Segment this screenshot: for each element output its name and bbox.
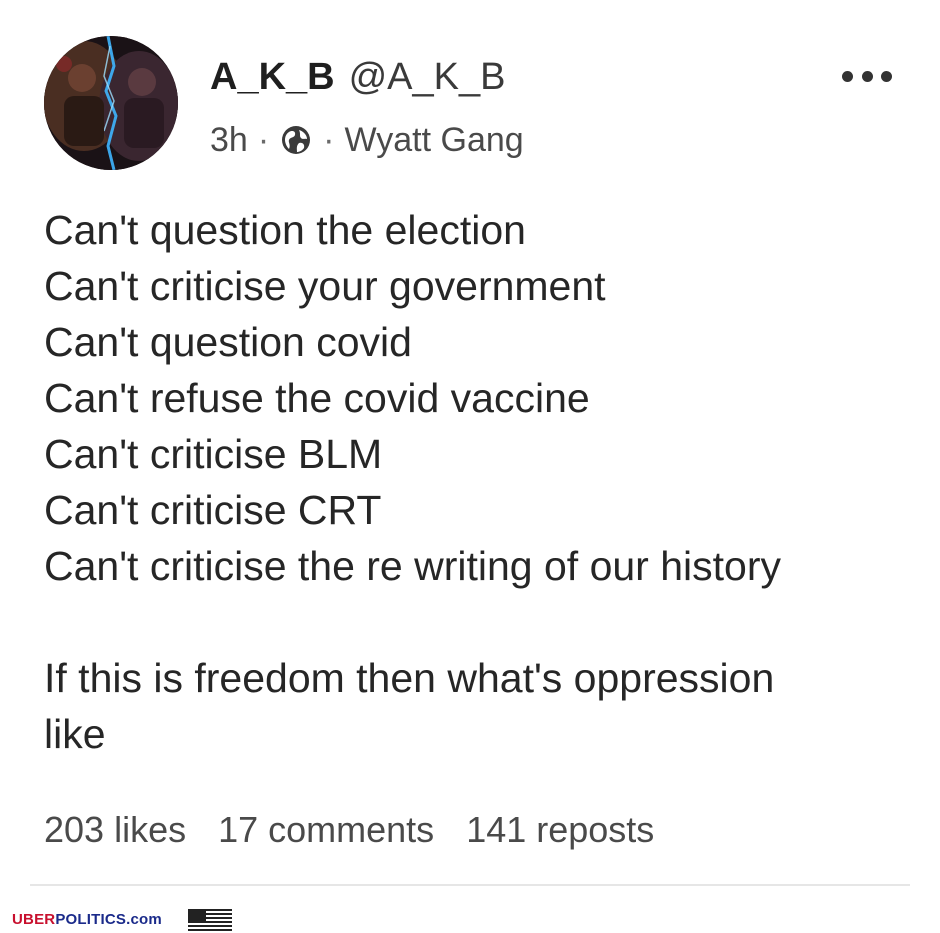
post-line: Can't question covid [44,319,412,365]
post-line: Can't criticise BLM [44,431,383,477]
more-dot [861,70,873,82]
profile-avatar [44,36,178,170]
post-time[interactable]: 3h [210,118,248,162]
post-closing-line: If this is freedom then what's oppressio… [44,655,775,701]
reposts-count[interactable]: 141 reposts [466,808,654,852]
post-line: Can't criticise CRT [44,487,382,533]
divider [30,884,910,886]
watermark-logo: UBERPOLITICS.com [12,911,162,929]
post-meta: 3h · · Wyatt Gang [210,118,524,162]
watermark-bar: UBERPOLITICS.com [0,905,940,933]
post-line: Can't question the election [44,207,526,253]
author-row: A_K_B @A_K_B [210,54,506,100]
post-card: A_K_B @A_K_B 3h · · Wyatt Gang Can't ques… [0,0,940,905]
post-line: Can't criticise your government [44,263,606,309]
author-handle[interactable]: @A_K_B [349,56,506,98]
more-dot [881,70,892,82]
more-horizontal-icon[interactable] [842,64,892,88]
meta-separator-2: · [323,121,335,159]
comments-count[interactable]: 17 comments [218,808,434,852]
globe-icon [282,126,311,154]
post-line: Can't criticise the re writing of our hi… [44,543,781,589]
watermark-part: POLITICS [55,911,127,928]
post-closing-line: like [44,711,106,757]
likes-count[interactable]: 203 likes [44,808,186,852]
meta-separator: · [257,121,270,159]
more-dot [842,70,853,82]
community-name[interactable]: Wyatt Gang [344,118,523,162]
author-name[interactable]: A_K_B [210,56,335,98]
avatar[interactable] [44,36,178,170]
us-flag-icon [188,909,232,933]
post-stats: 203 likes 17 comments 141 reposts [44,808,654,852]
watermark-part: .com [126,911,162,928]
watermark-part: UBER [12,911,56,928]
post-line: Can't refuse the covid vaccine [44,375,590,421]
post-body: Can't question the election Can't critic… [44,202,924,762]
